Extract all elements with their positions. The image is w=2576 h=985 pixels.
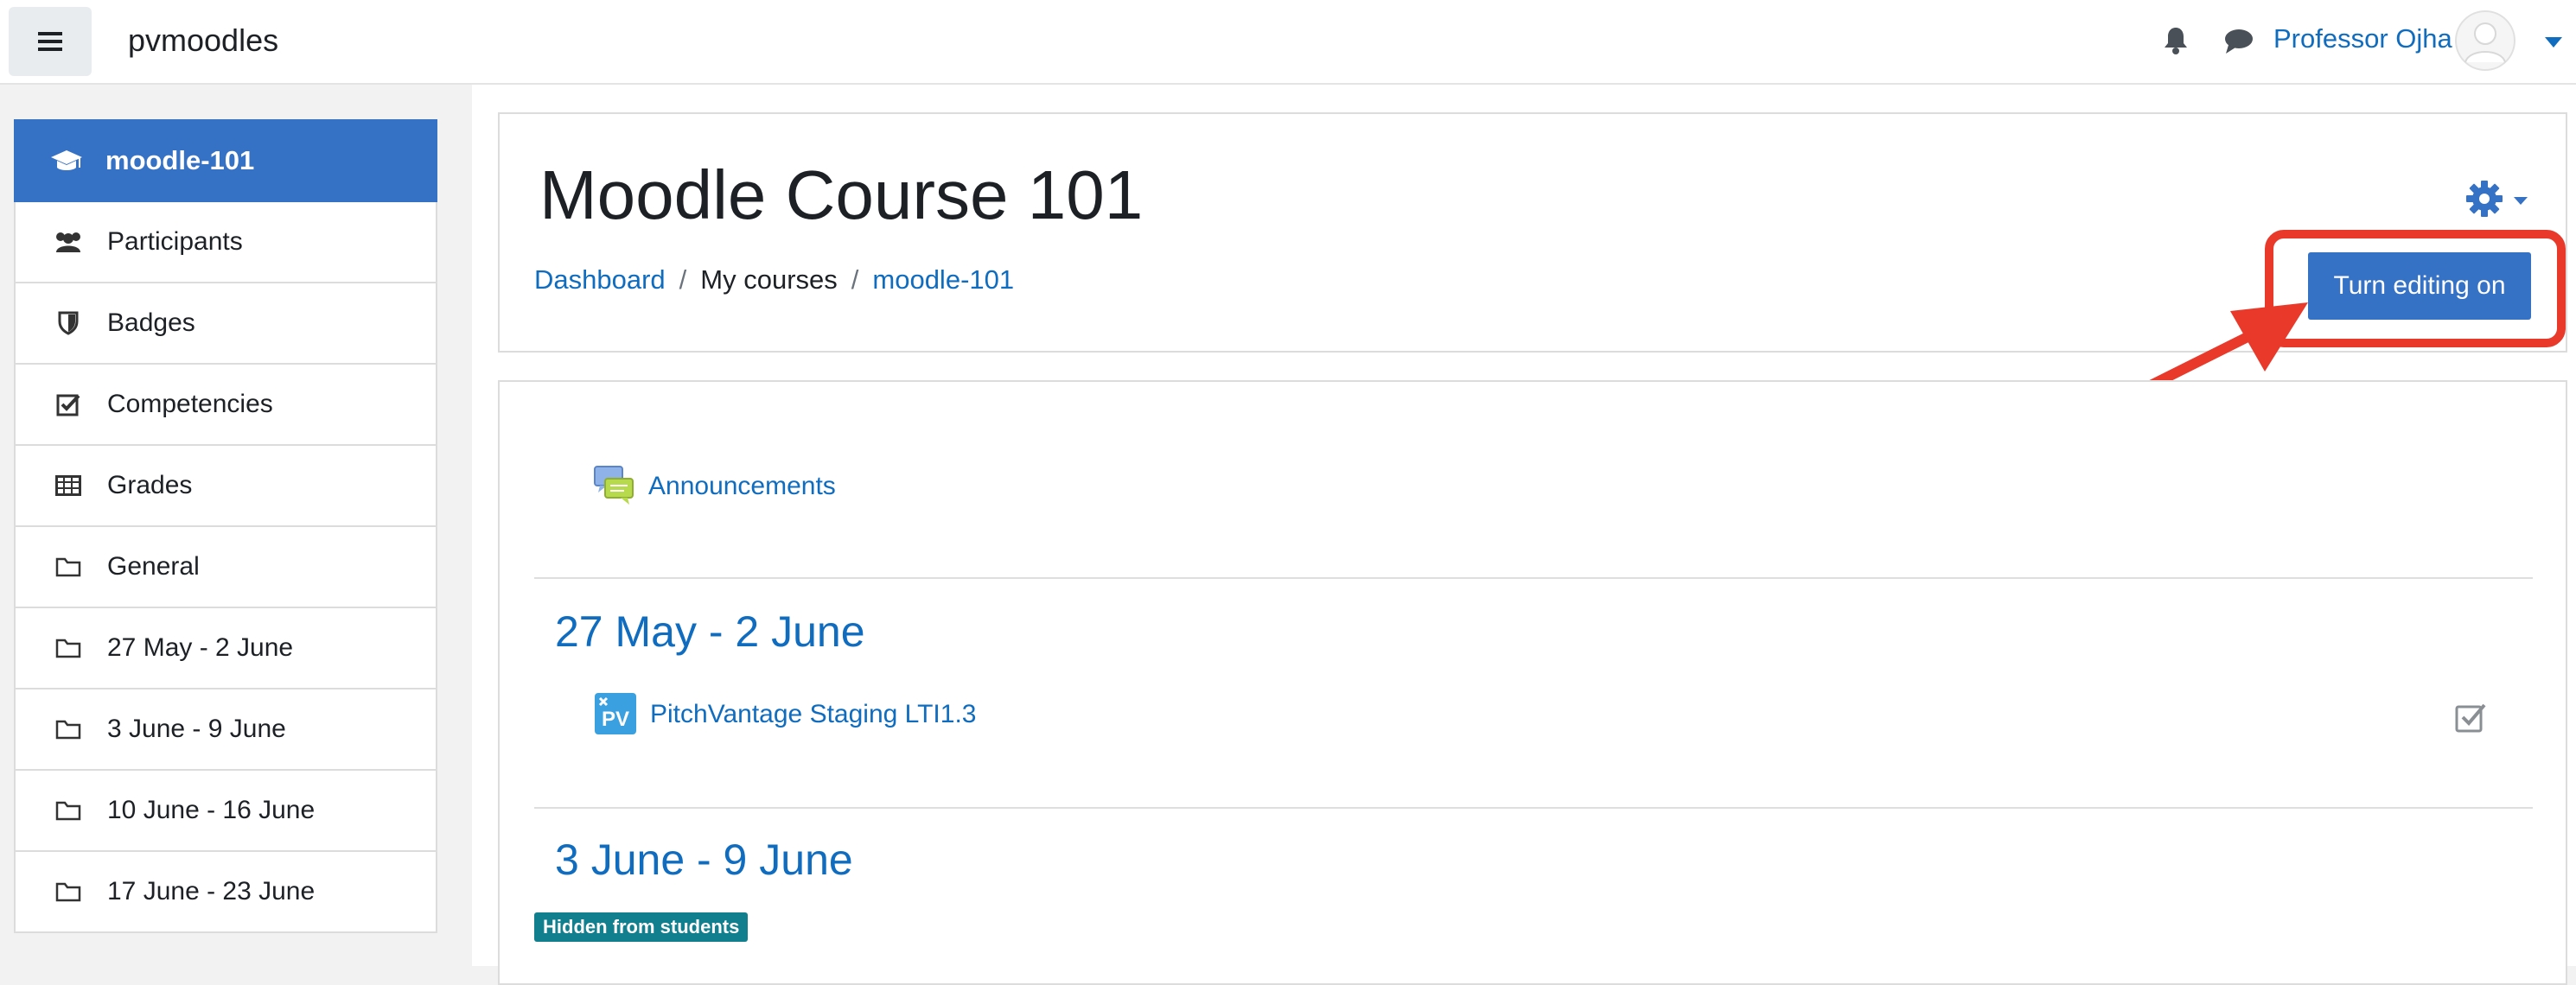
svg-text:PV: PV [602, 708, 629, 731]
sidebar-item-section-2[interactable]: 3 June - 9 June [14, 690, 437, 771]
breadcrumb-course[interactable]: moodle-101 [872, 264, 1014, 295]
chat-icon [2225, 29, 2253, 54]
messages-button[interactable] [2223, 28, 2254, 60]
user-menu-toggle[interactable] [2545, 36, 2562, 52]
hamburger-menu-button[interactable] [9, 7, 92, 76]
page-title: Moodle Course 101 [539, 156, 1144, 233]
sidebar-item-label: 17 June - 23 June [107, 877, 316, 906]
user-avatar[interactable] [2455, 10, 2515, 71]
sidebar-item-participants[interactable]: Participants [14, 202, 437, 283]
sidebar-item-label: 10 June - 16 June [107, 796, 316, 824]
sidebar-item-label: Grades [107, 471, 193, 499]
user-name-link[interactable]: Professor Ojha [2273, 23, 2452, 54]
sidebar-item-grades[interactable]: Grades [14, 446, 437, 527]
gear-icon [2466, 181, 2528, 217]
breadcrumb-separator: / [851, 264, 859, 295]
sidebar-item-general[interactable]: General [14, 527, 437, 608]
breadcrumb: Dashboard / My courses / moodle-101 [534, 264, 1014, 296]
avatar-icon [2455, 10, 2515, 71]
sidebar-item-label: Competencies [107, 390, 273, 418]
sidebar-item-label: Badges [107, 308, 195, 337]
folder-icon [52, 798, 85, 823]
sidebar-item-competencies[interactable]: Competencies [14, 365, 437, 446]
breadcrumb-separator: / [679, 264, 687, 295]
sidebar-item-section-1[interactable]: 27 May - 2 June [14, 608, 437, 690]
sidebar-item-course[interactable]: moodle-101 [14, 119, 437, 202]
section-title-2[interactable]: 3 June - 9 June [555, 835, 853, 885]
section-title-1[interactable]: 27 May - 2 June [555, 607, 865, 657]
sidebar-item-label: Participants [107, 227, 243, 256]
folder-icon [52, 716, 85, 742]
section-divider [534, 577, 2533, 579]
breadcrumb-dashboard[interactable]: Dashboard [534, 264, 666, 295]
sidebar-item-label: 27 May - 2 June [107, 633, 294, 662]
activity-label: Announcements [648, 472, 836, 500]
table-icon [52, 473, 85, 499]
sidebar-item-badges[interactable]: Badges [14, 283, 437, 365]
activity-label: PitchVantage Staging LTI1.3 [650, 700, 977, 728]
sidebar-item-section-4[interactable]: 17 June - 23 June [14, 852, 437, 933]
completion-checkbox[interactable] [2455, 702, 2488, 737]
top-navbar: pvmoodles Professor Ojha [0, 0, 2576, 85]
notifications-button[interactable] [2163, 26, 2189, 60]
course-navigation-drawer: moodle-101 Participants Badges Competenc… [14, 119, 437, 933]
site-brand[interactable]: pvmoodles [128, 22, 278, 59]
breadcrumb-my-courses: My courses [700, 264, 838, 295]
shield-icon [52, 310, 85, 336]
checkbox-icon [52, 391, 85, 417]
sidebar-item-section-3[interactable]: 10 June - 16 June [14, 771, 437, 852]
caret-down-icon [2545, 37, 2562, 48]
activity-announcements[interactable]: Announcements [593, 465, 836, 508]
users-icon [52, 229, 85, 255]
folder-icon [52, 879, 85, 905]
bell-icon [2165, 28, 2187, 54]
hamburger-icon [38, 32, 62, 51]
sidebar-item-label: 3 June - 9 June [107, 715, 286, 743]
forum-icon [594, 466, 634, 505]
pitchvantage-icon: PV [595, 693, 636, 734]
sidebar-item-label: moodle-101 [105, 145, 255, 175]
activity-pitchvantage[interactable]: PV PitchVantage Staging LTI1.3 [595, 693, 976, 736]
folder-icon [52, 554, 85, 580]
graduation-cap-icon [50, 148, 83, 174]
sidebar-item-label: General [107, 552, 200, 581]
course-actions-menu[interactable] [2465, 180, 2535, 222]
folder-icon [52, 635, 85, 661]
status-badge: Hidden from students [534, 912, 749, 942]
section-divider [534, 807, 2533, 809]
completion-check-icon [2455, 703, 2486, 733]
